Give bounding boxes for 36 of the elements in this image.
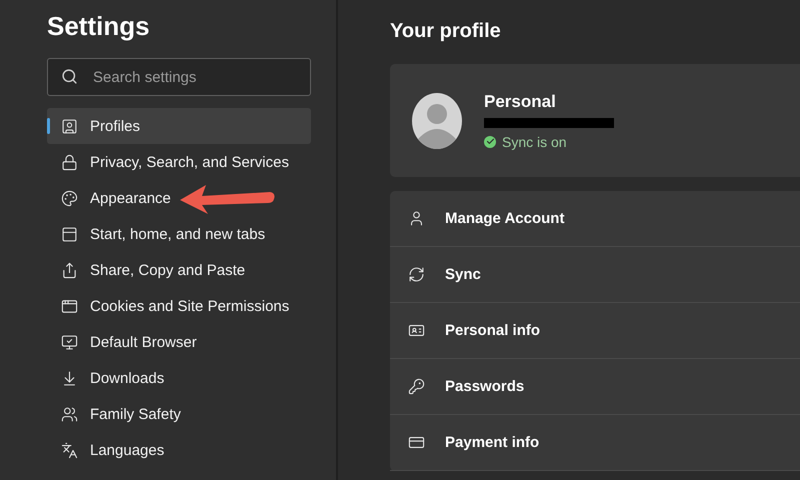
sidebar-item[interactable]: Start, home, and new tabs (47, 216, 311, 252)
window-icon (61, 226, 78, 242)
sidebar-item[interactable]: Family Safety (47, 396, 311, 432)
sidebar-item[interactable]: Appearance (47, 180, 311, 216)
lock-icon (61, 154, 78, 170)
settings-row[interactable]: Personal info (390, 303, 800, 359)
sidebar-item[interactable]: Profiles (47, 108, 311, 144)
people-icon (61, 406, 78, 422)
settings-title: Settings (47, 10, 151, 42)
sidebar-item[interactable]: Share, Copy and Paste (47, 252, 311, 288)
search-icon (61, 68, 78, 85)
sync-status: Sync is on (502, 134, 567, 150)
sidebar-item[interactable]: Languages (47, 432, 311, 468)
sidebar-item[interactable]: Default Browser (47, 324, 311, 360)
sync-icon (408, 266, 425, 283)
avatar (412, 92, 462, 148)
settings-row[interactable]: Payment info (390, 415, 800, 471)
page-title: Your profile (390, 19, 502, 44)
card-icon (408, 434, 425, 451)
sidebar-item[interactable]: Privacy, Search, and Services (47, 144, 311, 180)
languages-icon (61, 442, 78, 458)
download-icon (61, 370, 78, 386)
person-icon (408, 210, 425, 227)
palette-icon (61, 190, 78, 206)
person-card-icon (408, 322, 425, 339)
settings-row[interactable]: Sync (390, 247, 800, 303)
profile-icon (61, 118, 78, 134)
profile-name: Personal (484, 92, 557, 112)
share-icon (61, 262, 78, 278)
settings-row[interactable]: Passwords (390, 359, 800, 415)
sidebar-item[interactable]: Downloads (47, 360, 311, 396)
sidebar-item[interactable]: Cookies and Site Permissions (47, 288, 311, 324)
key-icon (408, 378, 425, 395)
search-field[interactable]: Search settings (47, 58, 311, 96)
settings-row[interactable]: Manage Account (390, 191, 800, 247)
window-icon (61, 298, 78, 314)
